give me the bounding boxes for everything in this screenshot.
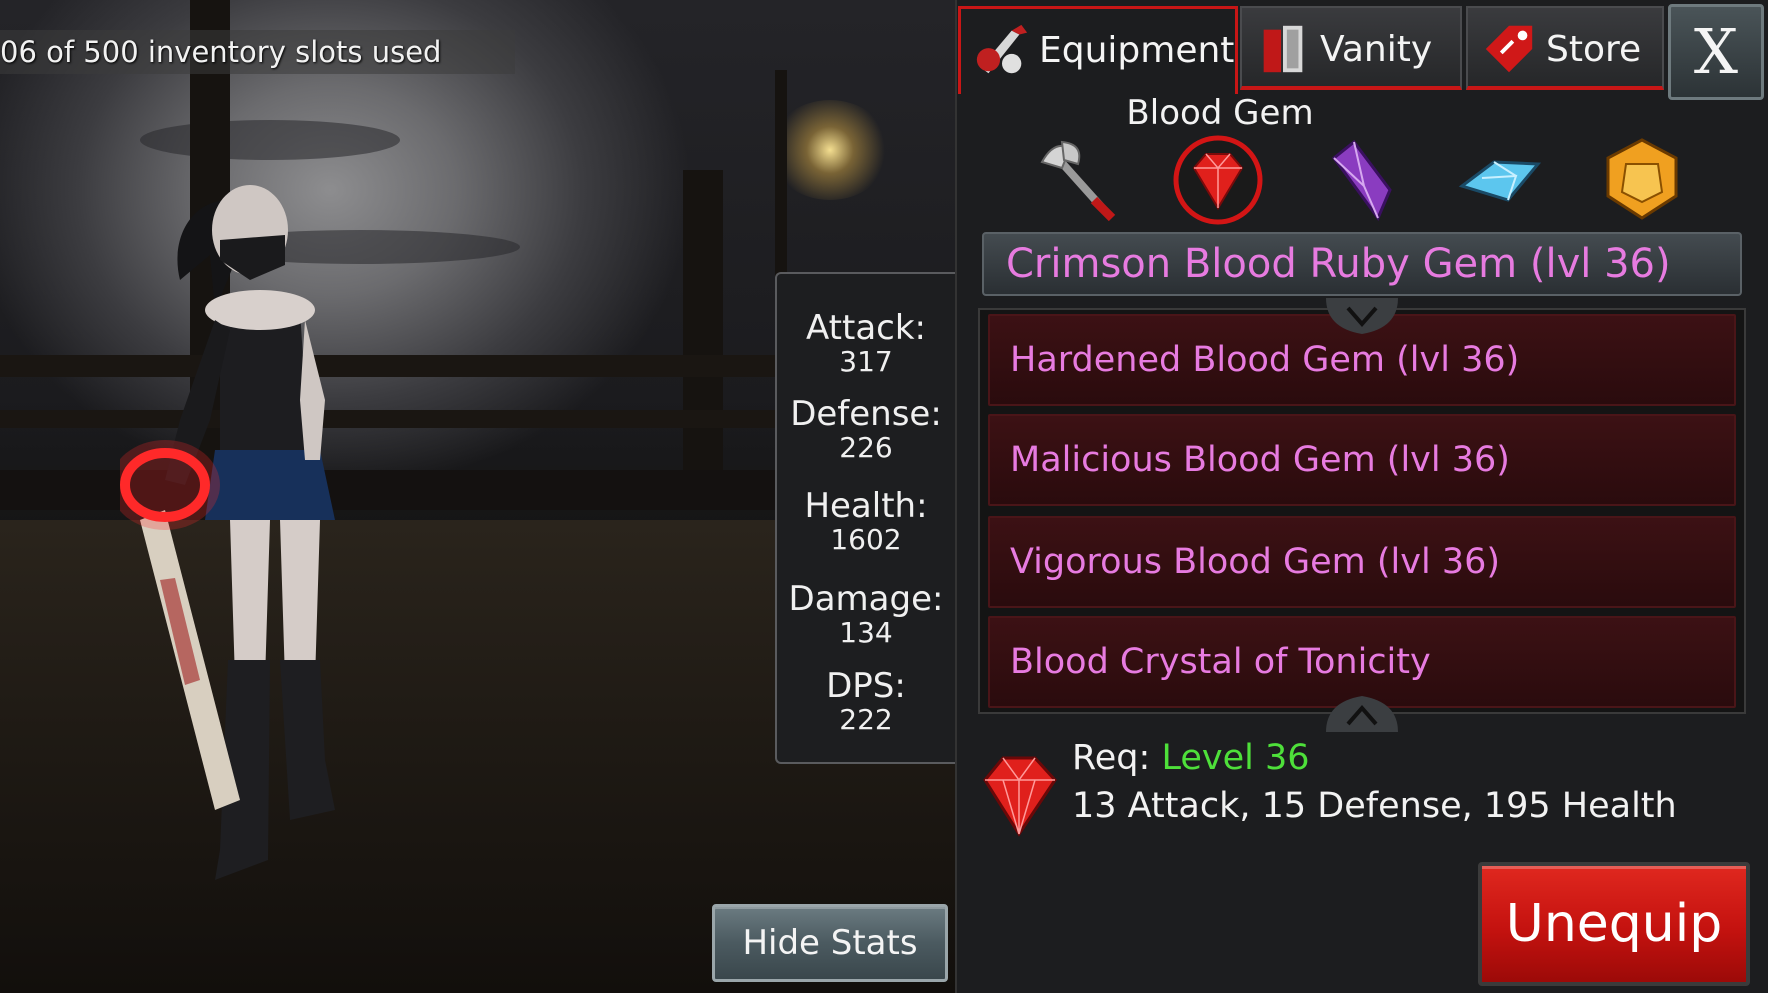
lamp-glow (770, 100, 890, 200)
inventory-slots-counter: 06 of 500 inventory slots used (0, 30, 515, 74)
health-stat: Health: 1602 (777, 488, 955, 556)
scroll-up-icon[interactable] (1326, 696, 1398, 732)
store-icon (1485, 25, 1533, 73)
axe-icon[interactable] (1034, 134, 1126, 226)
requirement-label: Req: (1072, 738, 1151, 778)
attack-label: Attack: (806, 308, 926, 348)
equipment-icon (976, 24, 1028, 74)
vanity-icon (1263, 25, 1303, 73)
requirement-line: Req: Level 36 (1072, 736, 1310, 780)
blue-diamond-gem-icon[interactable] (1454, 134, 1546, 226)
attack-value: 317 (839, 345, 893, 378)
category-title: Blood Gem (1126, 93, 1314, 133)
damage-value: 134 (839, 616, 893, 649)
orange-topaz-gem-icon[interactable] (1596, 134, 1688, 226)
tab-store-label: Store (1546, 29, 1642, 70)
unequip-button[interactable]: Unequip (1478, 862, 1750, 986)
item-bonus-stats: 13 Attack, 15 Defense, 195 Health (1072, 786, 1677, 826)
tab-vanity-label: Vanity (1320, 29, 1433, 70)
ruby-gem-icon (983, 756, 1057, 837)
defense-stat: Defense: 226 (777, 396, 955, 464)
dps-value: 222 (839, 703, 893, 736)
requirement-value: Level 36 (1161, 738, 1310, 778)
defense-value: 226 (839, 431, 893, 464)
tab-equipment[interactable]: Equipment (958, 6, 1238, 94)
tab-store[interactable]: Store (1466, 6, 1664, 90)
tab-equipment-label: Equipment (1039, 30, 1235, 71)
item-list[interactable]: Hardened Blood Gem (lvl 36) Malicious Bl… (978, 308, 1746, 714)
close-button[interactable]: X (1668, 4, 1764, 100)
defense-label: Defense: (790, 394, 942, 434)
purple-crystal-gem-icon[interactable] (1314, 134, 1406, 226)
dps-stat: DPS: 222 (777, 668, 955, 736)
player-character[interactable] (120, 160, 460, 980)
scroll-down-icon[interactable] (1326, 298, 1398, 334)
tab-vanity[interactable]: Vanity (1240, 6, 1462, 90)
dps-label: DPS: (826, 666, 906, 706)
hide-stats-button[interactable]: Hide Stats (712, 904, 948, 982)
list-item[interactable]: Malicious Blood Gem (lvl 36) (988, 414, 1736, 506)
health-value: 1602 (830, 523, 902, 556)
attack-stat: Attack: 317 (777, 310, 955, 378)
health-label: Health: (804, 486, 928, 526)
cloud-streak (140, 120, 400, 160)
red-ruby-gem-icon[interactable] (1172, 134, 1264, 226)
stats-panel: Attack: 317 Defense: 226 Health: 1602 Da… (775, 272, 955, 764)
damage-stat: Damage: 134 (777, 581, 955, 649)
list-item[interactable]: Vigorous Blood Gem (lvl 36) (988, 516, 1736, 608)
selected-item-name: Crimson Blood Ruby Gem (lvl 36) (982, 232, 1742, 296)
damage-label: Damage: (788, 579, 944, 619)
list-item[interactable]: Blood Crystal of Tonicity (988, 616, 1736, 708)
